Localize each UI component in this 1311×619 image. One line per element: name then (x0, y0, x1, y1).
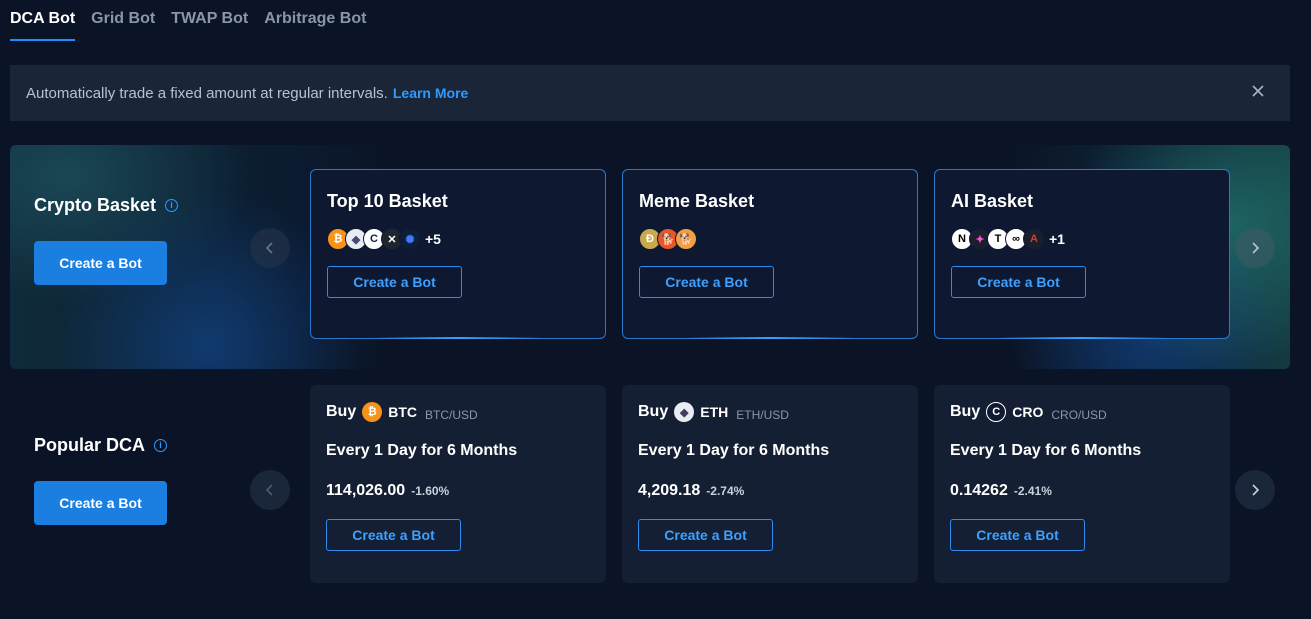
more-coins-count: +1 (1049, 231, 1065, 247)
dca-next-arrow[interactable] (1235, 470, 1275, 510)
dca-symbol: ETH (700, 404, 729, 420)
ethereum-icon: ◆ (674, 402, 695, 422)
dca-card-btc[interactable]: Buy ₿ BTC BTC/USD Every 1 Day for 6 Mont… (310, 385, 606, 583)
create-bot-button[interactable]: Create a Bot (950, 519, 1085, 551)
crypto-basket-title-text: Crypto Basket (34, 195, 157, 215)
info-banner: Automatically trade a fixed amount at re… (10, 65, 1290, 121)
create-bot-button[interactable]: Create a Bot (638, 519, 773, 551)
chevron-right-icon (1252, 484, 1260, 496)
dca-card-eth[interactable]: Buy ◆ ETH ETH/USD Every 1 Day for 6 Mont… (622, 385, 918, 583)
dca-price-row: 0.14262 -2.41% (950, 482, 1052, 500)
create-bot-button[interactable]: Create a Bot (326, 519, 461, 551)
crypto-basket-title: Crypto Basket i (34, 195, 179, 216)
dca-symbol: CRO (1012, 404, 1044, 420)
dca-price: 4,209.18 (638, 482, 701, 499)
dca-frequency: Every 1 Day for 6 Months (638, 442, 830, 459)
info-icon[interactable]: i (165, 199, 179, 212)
create-bot-button[interactable]: Create a Bot (639, 266, 774, 298)
coin-icons: N ✦ T ∞ A +1 (951, 227, 1065, 251)
dca-price: 0.14262 (950, 482, 1008, 499)
popular-dca-title: Popular DCA i (34, 435, 168, 456)
create-bot-button[interactable]: Create a Bot (327, 266, 462, 298)
dca-card-header: Buy ◆ ETH ETH/USD (638, 401, 789, 423)
more-coins-count: +5 (425, 231, 441, 247)
tab-dca-bot[interactable]: DCA Bot (10, 0, 76, 41)
learn-more-link[interactable]: Learn More (393, 85, 468, 101)
dca-change: -2.74% (706, 484, 745, 498)
popular-dca-create-button[interactable]: Create a Bot (34, 481, 167, 525)
dca-card-cro[interactable]: Buy C CRO CRO/USD Every 1 Day for 6 Mont… (934, 385, 1230, 583)
basket-card-ai[interactable]: AI Basket N ✦ T ∞ A +1 Create a Bot (934, 169, 1230, 339)
basket-card-top10[interactable]: Top 10 Basket ₿ ◆ C ✕ ✺ +5 Create a Bot (310, 169, 606, 339)
dca-pair: CRO/USD (1051, 408, 1107, 422)
coin-icons: Ð 🐕 🐕 (639, 227, 697, 251)
cardano-icon: ✺ (399, 228, 421, 250)
dca-buy-label: Buy (326, 403, 357, 420)
dca-price: 114,026.00 (326, 482, 406, 499)
dca-buy-label: Buy (950, 403, 981, 420)
banner-text: Automatically trade a fixed amount at re… (26, 84, 388, 102)
close-icon[interactable] (1248, 83, 1268, 103)
popular-dca-title-text: Popular DCA (34, 435, 146, 455)
basket-name: AI Basket (951, 191, 1034, 211)
basket-name: Top 10 Basket (327, 191, 448, 211)
dca-frequency: Every 1 Day for 6 Months (950, 442, 1142, 459)
cronos-icon: C (986, 402, 1007, 422)
basket-name: Meme Basket (639, 191, 755, 211)
dca-buy-label: Buy (638, 403, 669, 420)
info-icon[interactable]: i (154, 439, 168, 452)
dca-frequency: Every 1 Day for 6 Months (326, 442, 518, 459)
arkham-icon: A (1023, 228, 1045, 250)
dca-change: -2.41% (1013, 484, 1052, 498)
dca-change: -1.60% (411, 484, 450, 498)
dca-price-row: 114,026.00 -1.60% (326, 482, 449, 500)
tab-arbitrage-bot[interactable]: Arbitrage Bot (264, 0, 366, 41)
dca-symbol: BTC (388, 404, 418, 420)
shiba-alt-icon: 🐕 (675, 228, 697, 250)
crypto-basket-create-button[interactable]: Create a Bot (34, 241, 167, 285)
dca-prev-arrow[interactable] (250, 470, 290, 510)
dca-card-header: Buy ₿ BTC BTC/USD (326, 401, 478, 423)
dca-pair: ETH/USD (736, 408, 789, 422)
chevron-left-icon (265, 484, 273, 496)
dca-price-row: 4,209.18 -2.74% (638, 482, 744, 500)
dca-card-header: Buy C CRO CRO/USD (950, 401, 1107, 423)
create-bot-button[interactable]: Create a Bot (951, 266, 1086, 298)
coin-icons: ₿ ◆ C ✕ ✺ +5 (327, 227, 441, 251)
basket-prev-arrow[interactable] (250, 228, 290, 268)
chevron-left-icon (265, 242, 273, 254)
dca-pair: BTC/USD (425, 408, 478, 422)
bitcoin-icon: ₿ (362, 402, 383, 422)
tab-grid-bot[interactable]: Grid Bot (91, 0, 155, 41)
basket-next-arrow[interactable] (1235, 228, 1275, 268)
bot-type-tabs: DCA Bot Grid Bot TWAP Bot Arbitrage Bot (10, 0, 382, 42)
chevron-right-icon (1252, 242, 1260, 254)
tab-twap-bot[interactable]: TWAP Bot (171, 0, 248, 41)
basket-card-meme[interactable]: Meme Basket Ð 🐕 🐕 Create a Bot (622, 169, 918, 339)
